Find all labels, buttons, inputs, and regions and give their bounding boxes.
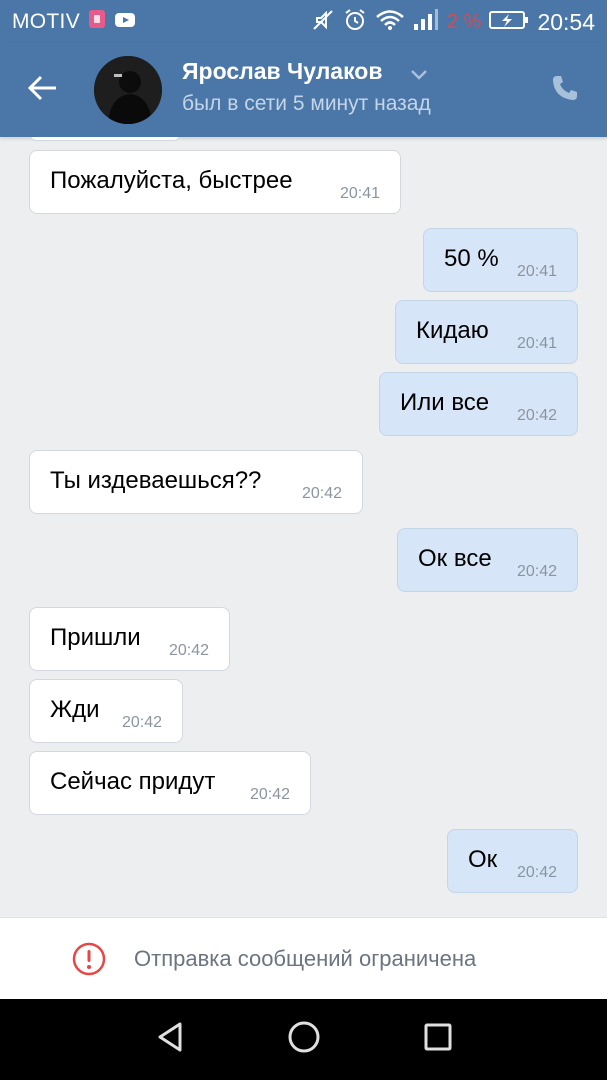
message-time: 20:42	[168, 642, 209, 659]
message-incoming[interactable]: Пришли 20:42	[29, 607, 230, 671]
avatar[interactable]	[94, 56, 162, 124]
call-button[interactable]	[545, 70, 585, 110]
nav-back-button[interactable]	[150, 1019, 190, 1059]
battery-percent: 2 %	[446, 10, 482, 33]
home-circle-icon	[287, 1020, 321, 1058]
message-outgoing[interactable]: 50 % 20:41	[423, 228, 578, 292]
message-outgoing[interactable]: Кидаю 20:41	[395, 300, 578, 364]
message-time: 20:42	[249, 786, 290, 803]
chat-header: Ярослав Чулаков был в сети 5 минут назад	[0, 42, 607, 137]
chevron-down-icon[interactable]	[410, 66, 428, 85]
message-time: 20:42	[516, 563, 557, 580]
message-outgoing[interactable]: Ок все 20:42	[397, 528, 578, 592]
back-button[interactable]	[22, 70, 62, 110]
message-text: Пришли	[50, 624, 141, 651]
message-time: 20:42	[516, 864, 557, 881]
message-time: 20:41	[516, 335, 557, 352]
messaging-restricted-bar: Отправка сообщений ограничена	[0, 917, 607, 999]
message-incoming[interactable]: Пожалуйста, быстрее 20:41	[29, 150, 401, 214]
message-time: 20:41	[516, 263, 557, 280]
message-text: Кидаю	[416, 317, 489, 344]
message-text: Ок все	[418, 545, 492, 572]
system-nav-bar	[0, 999, 607, 1080]
wifi-icon	[375, 9, 405, 35]
alarm-icon	[343, 8, 367, 36]
back-triangle-icon	[155, 1021, 185, 1057]
message-list[interactable]: Пожалуйста, быстрее 20:41 50 % 20:41 Кид…	[0, 137, 607, 917]
message-outgoing[interactable]: Ок 20:42	[447, 829, 578, 893]
message-text: Ты издеваешься??	[50, 467, 262, 494]
message-incoming[interactable]: Ты издеваешься?? 20:42	[29, 450, 363, 514]
message-incoming[interactable]: Жди 20:42	[29, 679, 183, 743]
message-text: Жди	[50, 696, 100, 723]
status-bar: MOTIV 2 % 20:54	[0, 0, 607, 42]
recents-square-icon	[423, 1022, 453, 1056]
contact-status: был в сети 5 минут назад	[182, 92, 431, 115]
message-text: Сейчас придут	[50, 768, 216, 795]
contact-name[interactable]: Ярослав Чулаков	[182, 58, 383, 85]
nav-home-button[interactable]	[284, 1019, 324, 1059]
message-text: Ок	[468, 846, 498, 873]
message-time: 20:42	[516, 407, 557, 424]
message-incoming[interactable]: Сейчас придут 20:42	[29, 751, 311, 815]
message-text: Пожалуйста, быстрее	[50, 167, 293, 194]
previous-message-edge	[30, 137, 180, 141]
battery-icon	[489, 10, 529, 34]
youtube-icon	[114, 10, 136, 34]
message-time: 20:42	[301, 485, 342, 502]
message-text: Или все	[400, 389, 490, 416]
clock: 20:54	[537, 8, 595, 35]
message-text: 50 %	[444, 245, 499, 272]
nav-recents-button[interactable]	[418, 1019, 458, 1059]
back-arrow-icon	[26, 74, 58, 106]
message-time: 20:41	[339, 185, 380, 202]
mute-icon	[311, 8, 335, 36]
restriction-text: Отправка сообщений ограничена	[134, 946, 477, 971]
signal-icon	[413, 9, 439, 35]
sim-icon	[88, 9, 106, 34]
message-outgoing[interactable]: Или все 20:42	[379, 372, 578, 436]
carrier-label: MOTIV	[12, 9, 80, 33]
phone-icon	[550, 73, 580, 107]
message-time: 20:42	[121, 714, 162, 731]
alert-circle-icon	[72, 942, 106, 976]
